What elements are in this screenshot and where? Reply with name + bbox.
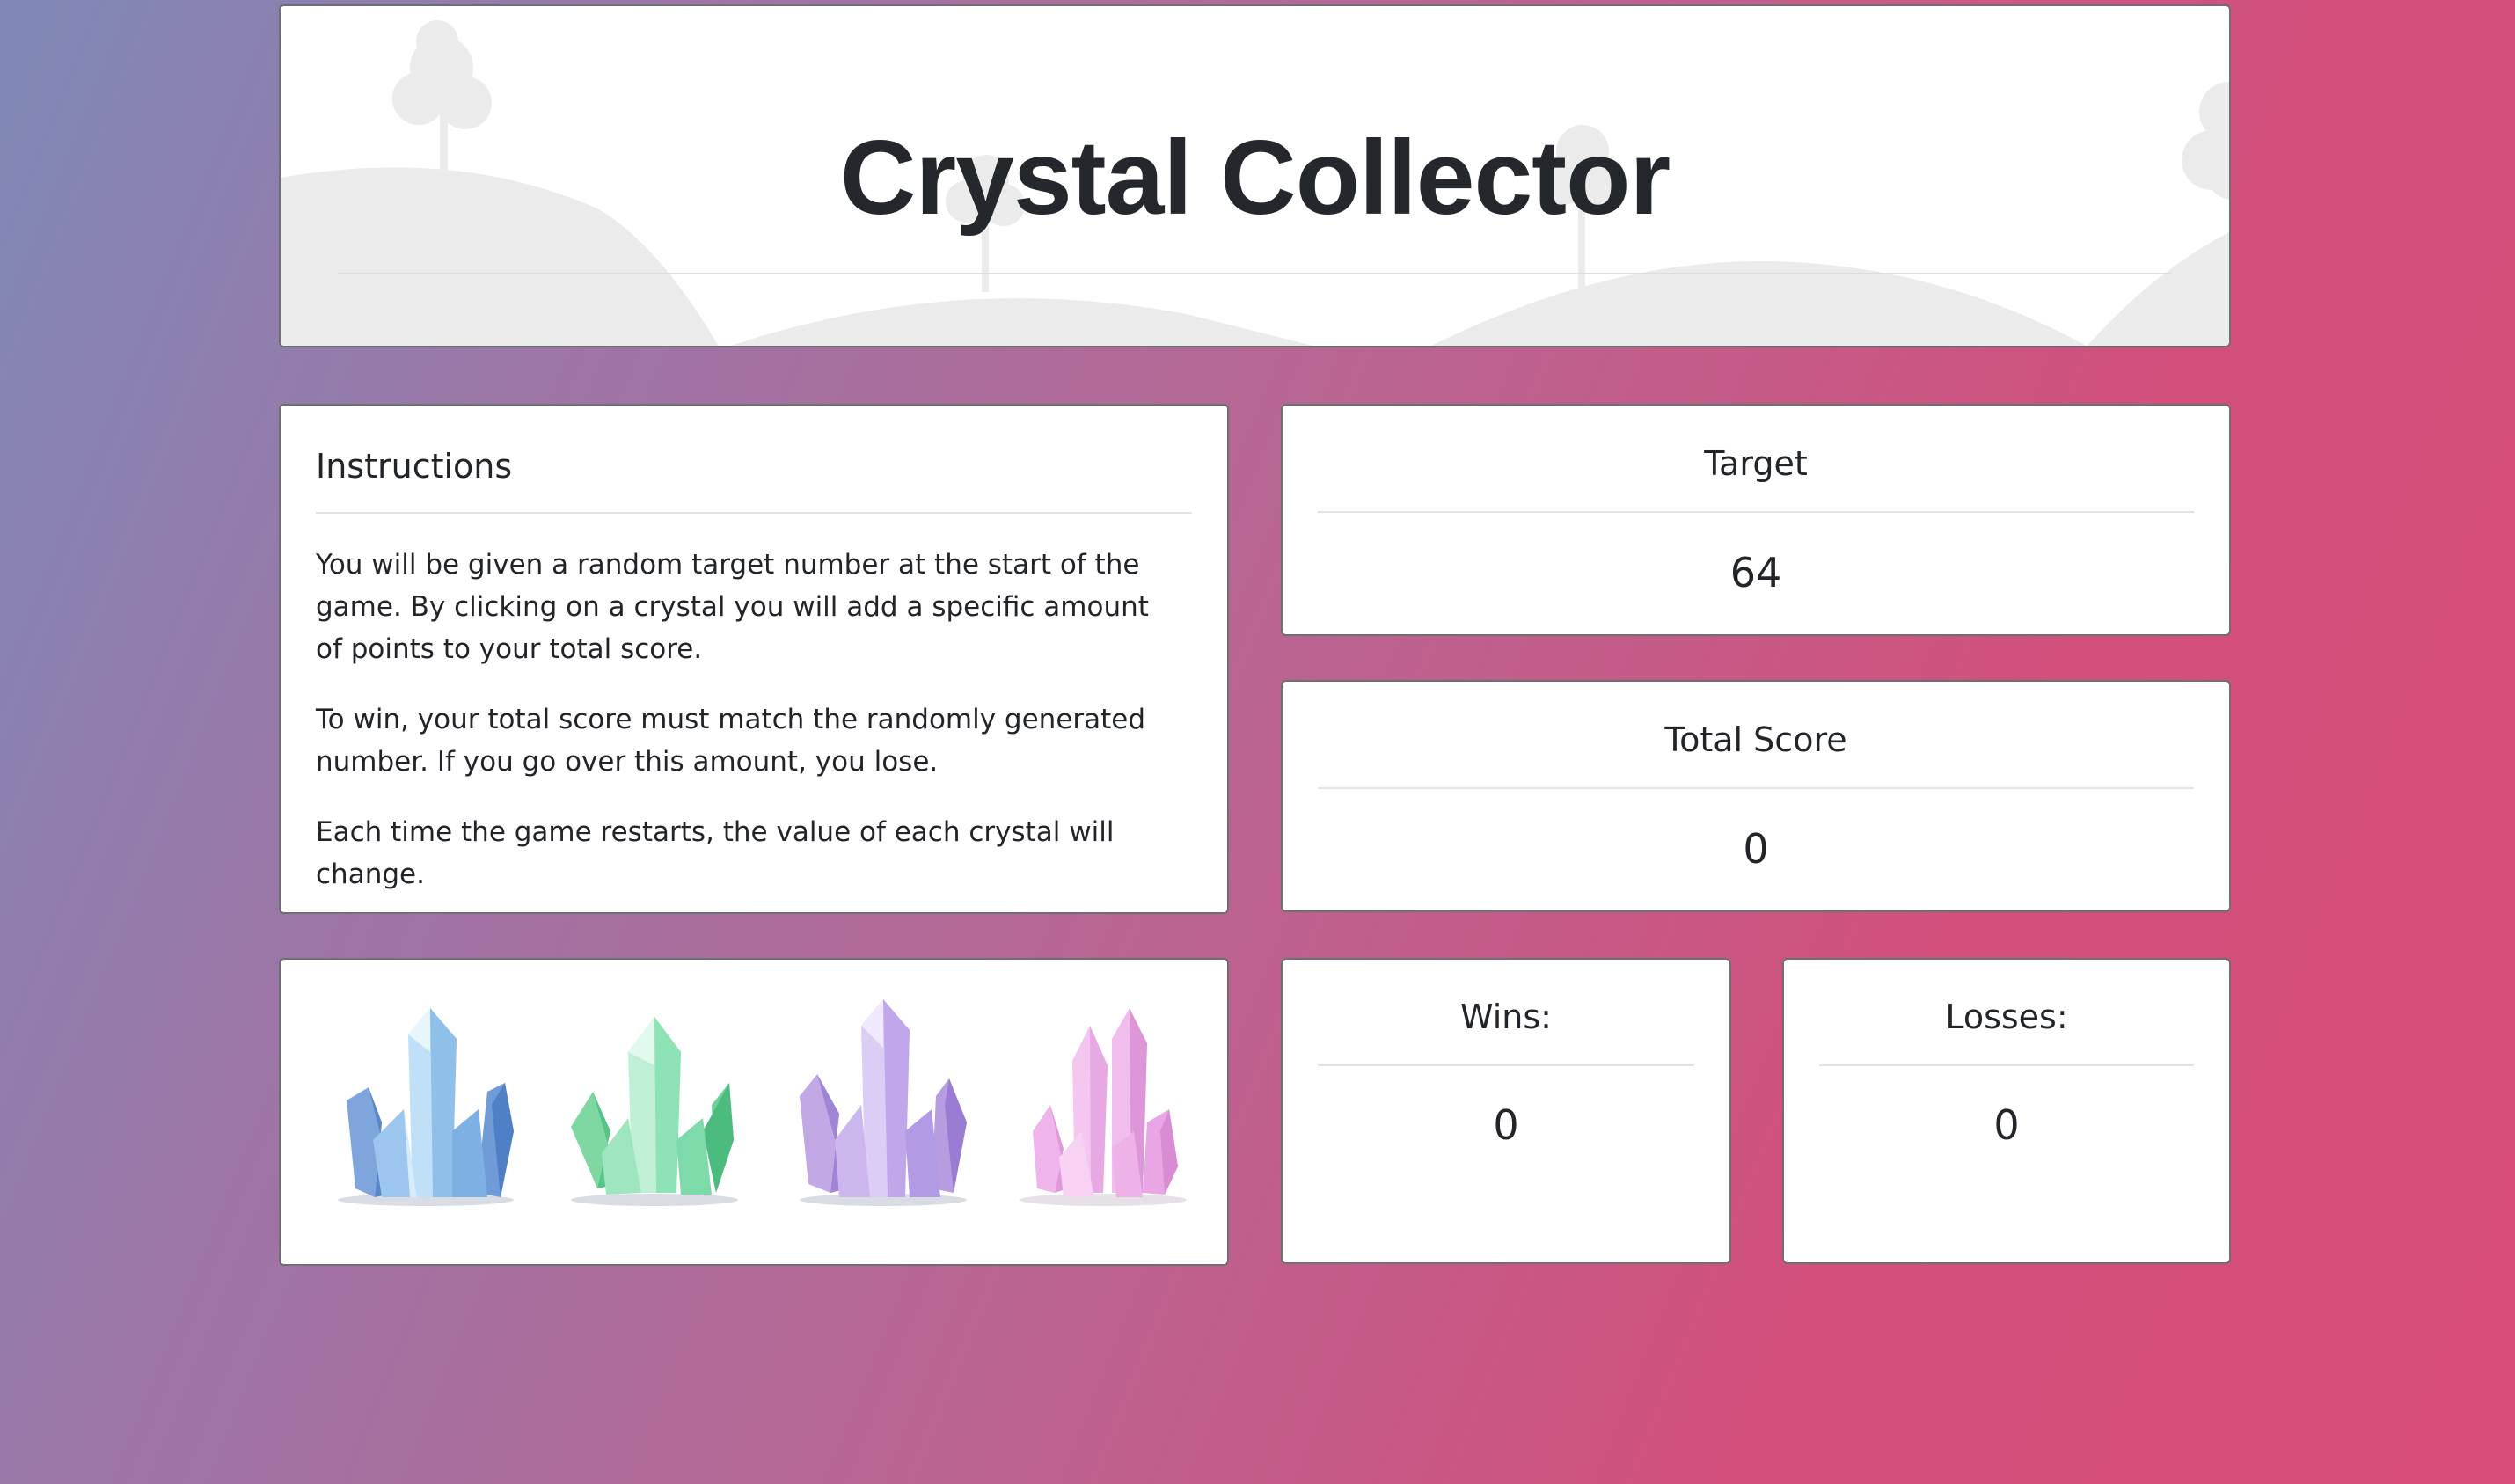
header-jumbotron: Crystal Collector bbox=[279, 4, 2231, 347]
blue-crystal-button[interactable] bbox=[320, 999, 531, 1219]
target-label: Target bbox=[1704, 444, 1808, 483]
header-divider bbox=[338, 273, 2172, 274]
wins-value: 0 bbox=[1493, 1101, 1519, 1149]
purple-crystal-button[interactable] bbox=[778, 999, 989, 1219]
total-score-label: Total Score bbox=[1664, 720, 1847, 759]
purple-crystal-icon bbox=[800, 999, 967, 1206]
total-score-card: Total Score 0 bbox=[1281, 680, 2231, 912]
pink-crystal-button[interactable] bbox=[998, 999, 1209, 1219]
total-score-divider bbox=[1318, 787, 2194, 789]
instructions-heading: Instructions bbox=[316, 447, 513, 486]
wins-card: Wins: 0 bbox=[1281, 958, 1731, 1264]
target-value: 64 bbox=[1729, 549, 1782, 596]
page-title: Crystal Collector bbox=[839, 119, 1671, 237]
pink-crystal-icon bbox=[1020, 1008, 1187, 1206]
instructions-paragraph: To win, your total score must match the … bbox=[316, 704, 1146, 778]
instructions-paragraph: You will be given a random target number… bbox=[316, 549, 1149, 665]
blue-crystal-icon bbox=[338, 1008, 514, 1206]
losses-value: 0 bbox=[1993, 1101, 2020, 1149]
losses-divider bbox=[1819, 1064, 2194, 1066]
target-divider bbox=[1318, 511, 2194, 513]
crystals-card bbox=[279, 958, 1229, 1266]
wins-label: Wins: bbox=[1460, 998, 1552, 1036]
green-crystal-icon bbox=[571, 1017, 738, 1206]
total-score-value: 0 bbox=[1743, 825, 1769, 873]
instructions-card: Instructions You will be given a random … bbox=[279, 404, 1229, 914]
wins-divider bbox=[1318, 1064, 1694, 1066]
instructions-divider bbox=[316, 512, 1192, 514]
instructions-body: You will be given a random target number… bbox=[316, 544, 1174, 924]
instructions-paragraph: Each time the game restarts, the value o… bbox=[316, 816, 1115, 890]
target-card: Target 64 bbox=[1281, 404, 2231, 636]
losses-label: Losses: bbox=[1945, 998, 2068, 1036]
green-crystal-button[interactable] bbox=[549, 999, 760, 1219]
losses-card: Losses: 0 bbox=[1782, 958, 2231, 1264]
